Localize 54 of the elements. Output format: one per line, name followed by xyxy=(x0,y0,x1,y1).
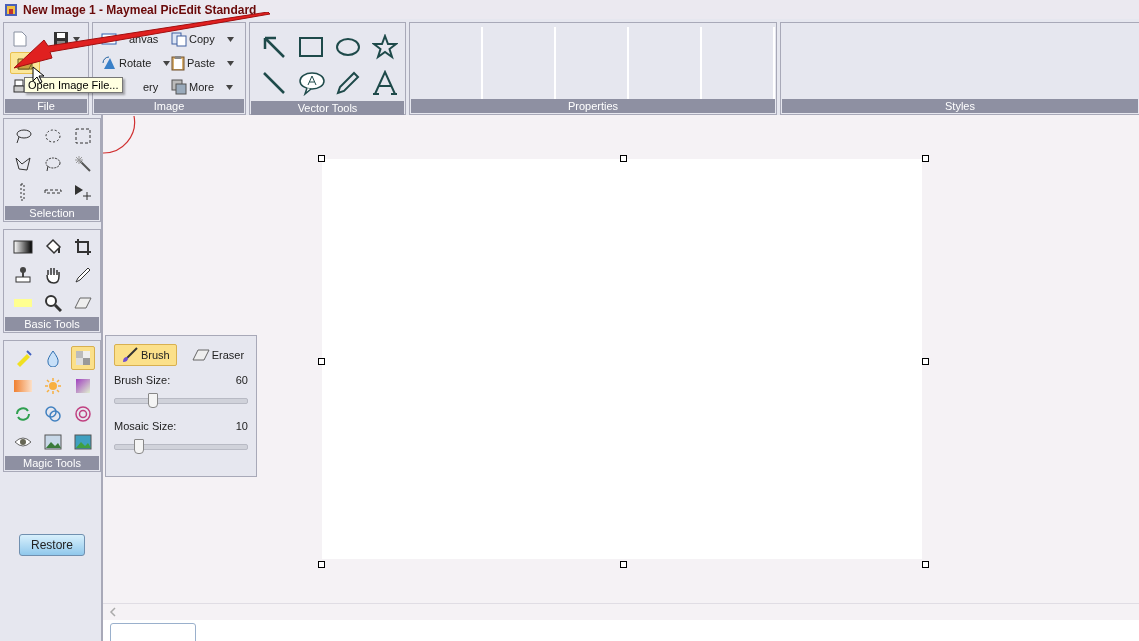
resize-handle[interactable] xyxy=(620,155,627,162)
landscape-image-icon[interactable] xyxy=(71,431,95,453)
rotate-icon xyxy=(101,55,117,71)
resize-handle[interactable] xyxy=(922,358,929,365)
horizontal-scrollbar[interactable] xyxy=(103,603,1139,620)
gradient-icon[interactable] xyxy=(10,237,36,257)
circle-mark xyxy=(103,115,137,155)
dropdown-arrow-icon[interactable] xyxy=(73,36,80,42)
resize-handle[interactable] xyxy=(922,155,929,162)
button-label: Paste xyxy=(187,57,216,69)
restore-button[interactable]: Restore xyxy=(19,534,85,556)
brush-icon xyxy=(121,347,139,363)
button-label: Copy xyxy=(189,33,215,45)
panel-label: Magic Tools xyxy=(5,456,99,470)
dropdown-arrow-icon[interactable] xyxy=(227,60,235,66)
slider-thumb[interactable] xyxy=(133,439,144,454)
brush-mode-tab[interactable]: Brush xyxy=(114,344,177,366)
eraser-icon xyxy=(191,349,210,361)
rotate-button[interactable]: Rotate xyxy=(101,55,171,71)
panel-label: Selection xyxy=(5,206,99,220)
button-label: Rotate xyxy=(119,57,152,69)
button-label: anvas xyxy=(129,33,159,45)
paste-button[interactable]: Paste xyxy=(171,55,243,71)
slider-value: 10 xyxy=(235,420,248,432)
app-icon xyxy=(4,2,18,17)
dropdown-arrow-icon[interactable] xyxy=(226,84,234,90)
copy-button[interactable]: Copy xyxy=(171,31,243,47)
star-icon[interactable] xyxy=(369,32,401,62)
window-title: New Image 1 - Maymeal PicEdit Standard xyxy=(23,2,257,17)
dropdown-arrow-icon[interactable] xyxy=(163,60,171,66)
slider-label: Brush Size: xyxy=(114,374,171,386)
slider-label: Mosaic Size: xyxy=(114,420,177,432)
dropdown-arrow-icon[interactable] xyxy=(226,36,234,42)
resize-handle[interactable] xyxy=(318,561,325,568)
landscape-image-icon[interactable] xyxy=(41,431,65,453)
images-icon xyxy=(171,79,187,95)
group-label: Vector Tools xyxy=(251,101,404,115)
group-label: Styles xyxy=(782,99,1138,113)
brush-mode-tab[interactable]: Eraser xyxy=(184,344,252,366)
panel-label: Basic Tools xyxy=(5,317,99,331)
button-label: More xyxy=(189,81,215,93)
resize-handle[interactable] xyxy=(620,561,627,568)
slider-thumb[interactable] xyxy=(148,393,159,408)
copy-icon xyxy=(171,31,187,47)
tooltip: Open Image File... xyxy=(24,77,123,93)
resize-handle[interactable] xyxy=(318,358,325,365)
group-label: Properties xyxy=(411,99,775,113)
group-label: Image xyxy=(94,99,244,113)
resize-handle[interactable] xyxy=(318,155,325,162)
slider-value: 60 xyxy=(235,374,248,386)
clipboard-icon xyxy=(171,55,185,71)
group-label: File xyxy=(5,99,87,113)
more-button[interactable]: More xyxy=(171,79,243,95)
resize-handle[interactable] xyxy=(922,561,929,568)
